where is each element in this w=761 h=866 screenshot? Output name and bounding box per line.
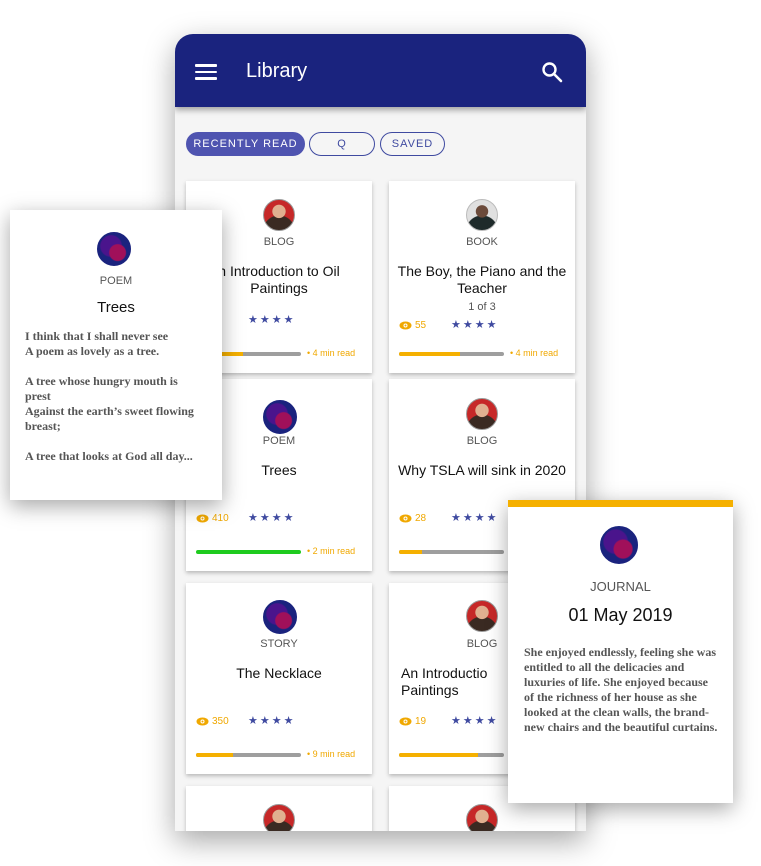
- progress-bar: [399, 352, 504, 356]
- progress-fill: [196, 550, 301, 554]
- card-necklace[interactable]: STORY The Necklace 350 ★★★★ • 9 min read: [186, 583, 372, 774]
- rating-stars: ★★★★: [451, 715, 499, 727]
- card-title: The Necklace: [236, 665, 322, 681]
- progress-fill: [399, 753, 478, 757]
- read-time: • 9 min read: [307, 749, 356, 759]
- view-count-value: 19: [415, 716, 427, 727]
- read-time: • 4 min read: [307, 348, 356, 358]
- journal-text: She enjoyed endlessly, feeling she was e…: [524, 645, 718, 734]
- author-avatar: [263, 400, 297, 434]
- progress-fill: [399, 352, 460, 356]
- author-avatar: [263, 199, 295, 231]
- chip-q[interactable]: Q: [309, 132, 375, 156]
- chip-recently-read[interactable]: RECENTLY READ: [186, 132, 305, 156]
- card-title: 01 May 2019: [568, 605, 673, 625]
- card-type: JOURNAL: [590, 579, 651, 594]
- rating-stars: ★★★★: [248, 715, 296, 727]
- app-title: Library: [246, 60, 308, 82]
- eye-icon: [196, 514, 209, 523]
- eye-icon: [399, 717, 412, 726]
- view-count-value: 28: [415, 513, 427, 524]
- eye-icon: [399, 321, 412, 330]
- rating-stars: ★★★★: [248, 314, 296, 326]
- read-time: • 2 min read: [307, 546, 356, 556]
- card-title: An Introductio Paintings: [401, 665, 488, 698]
- card-boy-piano-teacher[interactable]: BOOK The Boy, the Piano and the Teacher …: [389, 181, 575, 373]
- progress-bar: [196, 550, 301, 554]
- author-avatar: [466, 804, 498, 831]
- rating-stars: ★★★★: [248, 512, 296, 524]
- progress-fill: [196, 753, 233, 757]
- view-count-value: 350: [212, 716, 229, 727]
- author-avatar: [466, 600, 498, 632]
- author-avatar: [263, 600, 297, 634]
- progress-bar: [399, 550, 504, 554]
- menu-icon[interactable]: [195, 64, 217, 80]
- card-type: BOOK: [466, 236, 498, 248]
- view-count-value: 55: [415, 320, 427, 331]
- card-title: Why TSLA will sink in 2020: [398, 462, 566, 478]
- view-count: 55: [399, 320, 426, 331]
- card-type: BLOG: [466, 435, 498, 447]
- card-type: POEM: [99, 275, 133, 287]
- author-avatar: [600, 526, 638, 564]
- author-avatar: [466, 199, 498, 231]
- author-avatar: [97, 232, 131, 266]
- eye-icon: [196, 717, 209, 726]
- view-count-value: 410: [212, 513, 229, 524]
- rating-stars: ★★★★: [451, 319, 499, 331]
- poem-preview-card[interactable]: POEM Trees I think that I shall never se…: [10, 210, 222, 500]
- progress-fill: [399, 550, 423, 554]
- view-count: 19: [399, 716, 426, 727]
- chip-saved[interactable]: SAVED: [380, 132, 445, 156]
- view-count: 350: [196, 716, 229, 727]
- poem-text: I think that I shall never see A poem as…: [25, 329, 194, 463]
- card-title: Trees: [97, 299, 135, 316]
- rating-stars: ★★★★: [451, 512, 499, 524]
- card-subtitle: 1 of 3: [468, 301, 496, 313]
- card-title: The Boy, the Piano and the Teacher: [397, 263, 567, 296]
- accent-bar: [508, 500, 733, 507]
- read-time: • 4 min read: [510, 348, 559, 358]
- author-avatar: [263, 804, 295, 831]
- view-count: 410: [196, 513, 229, 524]
- progress-bar: [196, 753, 301, 757]
- progress-bar: [399, 753, 504, 757]
- journal-preview-card[interactable]: JOURNAL 01 May 2019 She enjoyed endlessl…: [508, 500, 733, 803]
- card-type: STORY: [260, 638, 298, 650]
- card-partial-left[interactable]: [186, 786, 372, 831]
- view-count: 28: [399, 513, 426, 524]
- eye-icon: [399, 514, 412, 523]
- author-avatar: [466, 398, 498, 430]
- search-icon[interactable]: [540, 60, 564, 84]
- app-bar: Library: [175, 34, 586, 107]
